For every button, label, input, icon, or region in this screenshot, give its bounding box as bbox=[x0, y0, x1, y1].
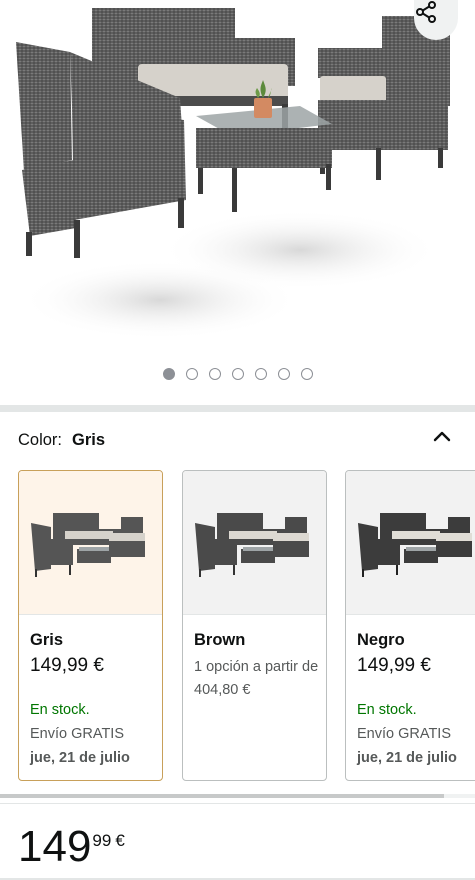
carousel-dot[interactable] bbox=[277, 368, 290, 380]
price-whole: 149 bbox=[18, 822, 92, 871]
swatch-name: Brown bbox=[194, 631, 246, 649]
swatch-price: 149,99 € bbox=[357, 655, 431, 676]
swatch-card-brown[interactable]: Brown 1 opción a partir de 404,80 € bbox=[182, 470, 327, 781]
swatch-image bbox=[346, 471, 475, 615]
section-divider bbox=[0, 803, 475, 804]
carousel-dot[interactable] bbox=[208, 368, 221, 380]
carousel-dot[interactable] bbox=[300, 368, 313, 380]
rattan-furniture-illustration bbox=[16, 8, 450, 340]
stock-status: En stock. bbox=[357, 702, 417, 718]
swatch-scrollbar-thumb[interactable] bbox=[0, 794, 444, 798]
carousel-dot[interactable] bbox=[162, 368, 175, 380]
share-icon bbox=[416, 1, 436, 23]
selected-color-value: Gris bbox=[72, 430, 106, 449]
swatch-card-gris[interactable]: Gris 149,99 € En stock. Envío GRATIS jue… bbox=[18, 470, 163, 781]
swatch-price: 149,99 € bbox=[30, 655, 104, 676]
carousel-dot[interactable] bbox=[231, 368, 244, 380]
product-price: 149 99 € bbox=[18, 822, 125, 872]
color-swatches: Gris 149,99 € En stock. Envío GRATIS jue… bbox=[0, 470, 475, 782]
swatch-name: Negro bbox=[357, 631, 405, 649]
product-image[interactable] bbox=[0, 0, 475, 400]
chevron-up-icon[interactable] bbox=[430, 426, 454, 446]
shipping-info: Envío GRATIS bbox=[357, 726, 452, 742]
furniture-thumbnail bbox=[195, 513, 309, 577]
furniture-thumbnail bbox=[31, 513, 145, 577]
stock-status: En stock. bbox=[30, 702, 90, 718]
swatch-options-text: 1 opción a partir de 404,80 € bbox=[194, 659, 319, 698]
price-fraction: 99 bbox=[92, 831, 112, 850]
color-selector-header: Color: Gris bbox=[18, 428, 105, 452]
furniture-thumbnail bbox=[358, 513, 472, 577]
section-divider bbox=[0, 405, 475, 412]
delivery-date: jue, 21 de julio bbox=[357, 750, 457, 766]
carousel-dot[interactable] bbox=[185, 368, 198, 380]
carousel-indicator bbox=[0, 368, 475, 382]
swatch-image bbox=[19, 471, 162, 615]
swatch-image bbox=[183, 471, 326, 615]
swatch-card-negro[interactable]: Negro 149,99 € En stock. Envío GRATIS ju… bbox=[345, 470, 475, 781]
price-currency: € bbox=[115, 831, 125, 850]
carousel-dot[interactable] bbox=[254, 368, 267, 380]
delivery-date: jue, 21 de julio bbox=[30, 750, 130, 766]
shipping-info: Envío GRATIS bbox=[30, 726, 125, 742]
color-label: Color: bbox=[18, 430, 63, 449]
swatch-name: Gris bbox=[30, 631, 64, 649]
